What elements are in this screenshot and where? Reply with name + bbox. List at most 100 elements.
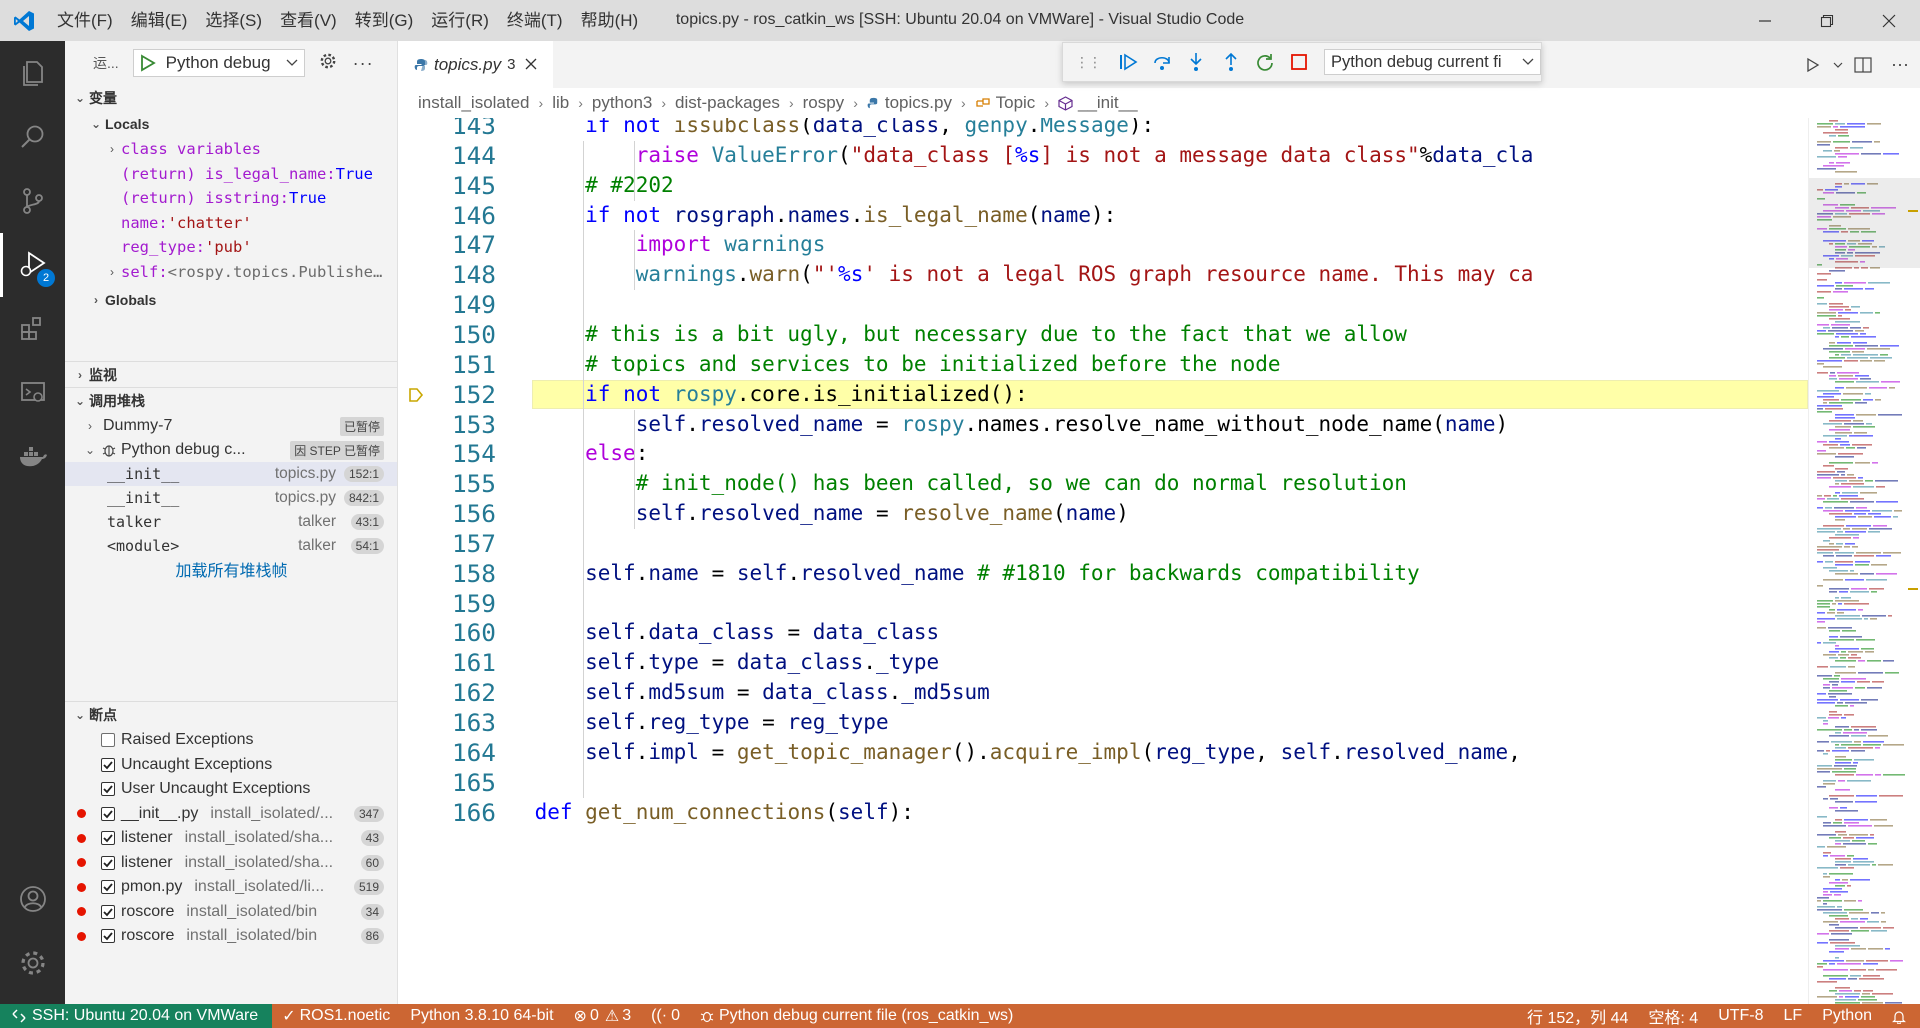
- code-line[interactable]: 145 # #2202: [398, 171, 1808, 201]
- code-line[interactable]: 150 # this is a bit ugly, but necessary d…: [398, 320, 1808, 350]
- debug-session-select[interactable]: Python debug current fi: [1323, 49, 1541, 75]
- code-line[interactable]: 163 self.reg_type = reg_type: [398, 708, 1808, 738]
- stack-frame[interactable]: talker talker 43:1: [65, 510, 397, 534]
- step-into-icon[interactable]: [1179, 47, 1213, 77]
- breakpoint-checkbox[interactable]: [101, 733, 115, 748]
- manage-gear-icon[interactable]: [0, 931, 65, 995]
- drag-grip-icon[interactable]: ⋮⋮: [1075, 54, 1102, 71]
- cursor-position[interactable]: 行 152，列 44: [1517, 1004, 1638, 1028]
- code-line[interactable]: 143 if not issubclass(data_class, genpy.M…: [398, 118, 1808, 141]
- close-icon[interactable]: [525, 55, 537, 75]
- code-line[interactable]: 154 else:: [398, 439, 1808, 469]
- python-interpreter[interactable]: Python 3.8.10 64-bit: [400, 1007, 563, 1025]
- globals-scope[interactable]: › Globals: [65, 287, 397, 313]
- encoding[interactable]: UTF-8: [1708, 1007, 1773, 1025]
- debug-session-status[interactable]: Python debug current file (ros_catkin_ws…: [690, 1007, 1023, 1025]
- code-line[interactable]: 156 self.resolved_name = resolve_name(nam…: [398, 499, 1808, 529]
- breadcrumb-item[interactable]: Topic: [996, 93, 1036, 113]
- breakpoint-row[interactable]: pmon.py install_isolated/li... 519: [65, 875, 397, 900]
- menu-terminal[interactable]: 终端(T): [498, 0, 572, 41]
- breakpoint-row[interactable]: listener install_isolated/sha... 43: [65, 826, 397, 851]
- breakpoint-checkbox[interactable]: [101, 929, 115, 944]
- breakpoint-checkbox[interactable]: [101, 880, 115, 895]
- end-of-line[interactable]: LF: [1774, 1007, 1813, 1025]
- breakpoint-checkbox[interactable]: [101, 904, 115, 919]
- variable-row[interactable]: name: 'chatter': [65, 211, 397, 236]
- menu-help[interactable]: 帮助(H): [572, 0, 648, 41]
- callstack-section-header[interactable]: ⌄ 调用堆栈: [65, 388, 397, 414]
- language-mode[interactable]: Python: [1812, 1007, 1882, 1025]
- code-line[interactable]: 144 raise ValueError("data_class [%s] is …: [398, 141, 1808, 171]
- code-line[interactable]: 147 import warnings: [398, 230, 1808, 260]
- variables-section-header[interactable]: ⌄ 变量: [65, 85, 397, 111]
- code-line[interactable]: 152 if not rospy.core.is_initialized():: [398, 379, 1808, 410]
- watch-section-header[interactable]: › 监视: [65, 362, 397, 388]
- variable-row[interactable]: (return) is_legal_name: True: [65, 162, 397, 187]
- menu-selection[interactable]: 选择(S): [196, 0, 271, 41]
- code-line[interactable]: 164 self.impl = get_topic_manager().acqui…: [398, 738, 1808, 768]
- debug-config-select[interactable]: Python debug: [132, 49, 305, 77]
- code-line[interactable]: 151 # topics and services to be initializ…: [398, 350, 1808, 380]
- restart-icon[interactable]: [1248, 47, 1282, 77]
- stack-frame[interactable]: __init__ topics.py 152:1: [65, 462, 397, 486]
- breakpoints-section-header[interactable]: ⌄ 断点: [65, 702, 397, 728]
- minimap-slider[interactable]: [1809, 178, 1920, 268]
- stack-frame[interactable]: __init__ topics.py 842:1: [65, 486, 397, 510]
- search-icon[interactable]: [0, 105, 65, 169]
- breakpoint-row[interactable]: __init__.py install_isolated/... 347: [65, 802, 397, 827]
- ros-status[interactable]: ✓ ROS1.noetic: [272, 1006, 400, 1026]
- code-line[interactable]: 161 self.type = data_class._type: [398, 648, 1808, 678]
- breadcrumb-item[interactable]: lib: [552, 93, 569, 113]
- close-window-icon[interactable]: [1858, 0, 1920, 41]
- breakpoint-checkbox[interactable]: [101, 831, 115, 846]
- explorer-icon[interactable]: [0, 41, 65, 105]
- problems-status[interactable]: ⊗ 0 ⚠ 3: [564, 1006, 642, 1026]
- indentation[interactable]: 空格: 4: [1638, 1004, 1708, 1028]
- breakpoint-checkbox[interactable]: [101, 757, 115, 772]
- code-line[interactable]: 148 warnings.warn("'%s' is not a legal RO…: [398, 260, 1808, 290]
- breakpoint-row[interactable]: listener install_isolated/sha... 60: [65, 851, 397, 876]
- more-actions-icon[interactable]: ···: [1880, 54, 1920, 75]
- code-line[interactable]: 166 def get_num_connections(self):: [398, 798, 1808, 828]
- locals-scope[interactable]: ⌄ Locals: [65, 111, 397, 137]
- tab-topics-py[interactable]: topics.py 3: [398, 41, 553, 88]
- menu-view[interactable]: 查看(V): [271, 0, 346, 41]
- variable-row[interactable]: › self: <rospy.topics.Publishe…: [65, 260, 397, 285]
- breadcrumb-item[interactable]: topics.py: [885, 93, 952, 113]
- continue-icon[interactable]: [1111, 47, 1145, 77]
- breadcrumb-item[interactable]: rospy: [803, 93, 845, 113]
- code-line[interactable]: 157: [398, 529, 1808, 559]
- code-line[interactable]: 146 if not rosgraph.names.is_legal_name(n…: [398, 201, 1808, 231]
- code-line[interactable]: 149: [398, 290, 1808, 320]
- remote-indicator[interactable]: SSH: Ubuntu 20.04 on VMWare: [0, 1004, 273, 1028]
- source-control-icon[interactable]: [0, 169, 65, 233]
- breakpoint-row[interactable]: User Uncaught Exceptions: [65, 777, 397, 802]
- menu-file[interactable]: 文件(F): [48, 0, 122, 41]
- code-line[interactable]: 153 self.resolved_name = rospy.names.reso…: [398, 410, 1808, 440]
- ports-status[interactable]: ((· 0: [641, 1007, 690, 1025]
- variable-row[interactable]: reg_type: 'pub': [65, 235, 397, 260]
- variable-row[interactable]: (return) isstring: True: [65, 186, 397, 211]
- menu-run[interactable]: 运行(R): [422, 0, 498, 41]
- breakpoint-row[interactable]: roscore install_isolated/bin 86: [65, 924, 397, 949]
- notifications-bell-icon[interactable]: [1882, 1009, 1920, 1024]
- breakpoint-row[interactable]: roscore install_isolated/bin 34: [65, 900, 397, 925]
- extensions-icon[interactable]: [0, 297, 65, 361]
- code-line[interactable]: 158 self.name = self.resolved_name # #181…: [398, 559, 1808, 589]
- code-line[interactable]: 165: [398, 768, 1808, 798]
- thread-python-debug[interactable]: ⌄ Python debug c... 因 STEP 已暂停: [65, 438, 397, 462]
- stop-icon[interactable]: [1282, 47, 1316, 77]
- breakpoint-checkbox[interactable]: [101, 855, 115, 870]
- remote-explorer-icon[interactable]: [0, 361, 65, 425]
- code-line[interactable]: 159: [398, 589, 1808, 619]
- menu-edit[interactable]: 编辑(E): [122, 0, 197, 41]
- menu-go[interactable]: 转到(G): [346, 0, 423, 41]
- breadcrumb-item[interactable]: install_isolated: [418, 93, 530, 113]
- step-out-icon[interactable]: [1213, 47, 1247, 77]
- load-all-frames-link[interactable]: 加载所有堆栈帧: [65, 558, 397, 580]
- restore-icon[interactable]: [1796, 0, 1858, 41]
- start-debug-icon[interactable]: [140, 54, 160, 72]
- chevron-down-icon[interactable]: [1830, 60, 1846, 70]
- split-editor-icon[interactable]: [1846, 56, 1880, 73]
- breadcrumb-item[interactable]: python3: [592, 93, 653, 113]
